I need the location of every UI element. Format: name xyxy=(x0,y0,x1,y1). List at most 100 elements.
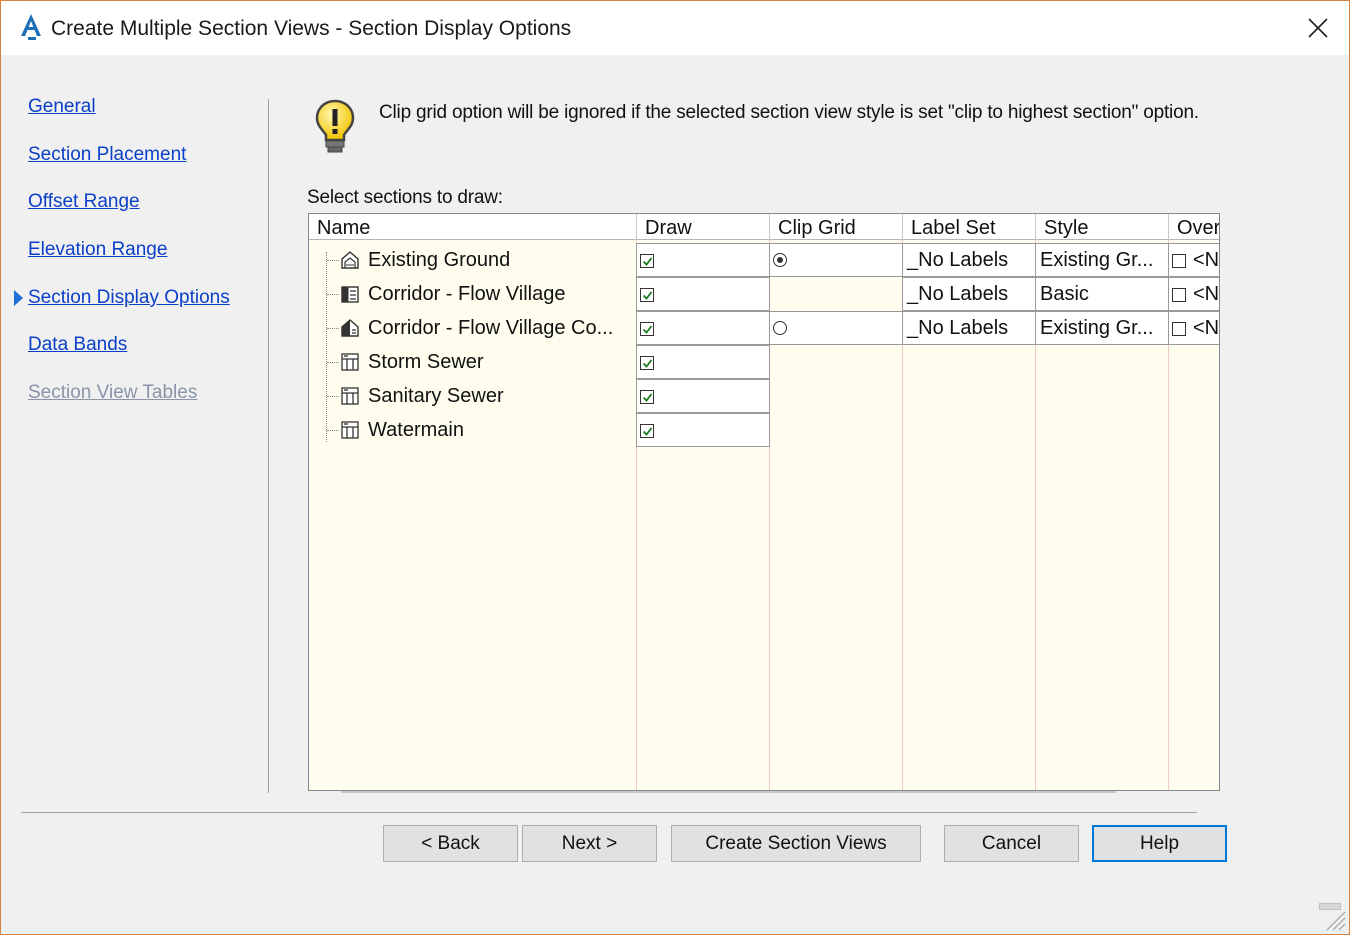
row-name: Corridor - Flow Village xyxy=(368,283,566,305)
draw-checkbox[interactable] xyxy=(640,254,654,268)
wizard-navigation: General Section Placement Offset Range E… xyxy=(1,55,269,795)
column-header-override[interactable]: Overr xyxy=(1169,214,1219,240)
draw-checkbox[interactable] xyxy=(640,288,654,302)
override-cell[interactable]: <N xyxy=(1168,243,1219,277)
row-name: Sanitary Sewer xyxy=(368,385,504,407)
footer-divider xyxy=(21,812,1197,813)
label-set-cell[interactable]: _No Labels xyxy=(902,277,1036,311)
corridor-surface-icon xyxy=(341,319,359,337)
nav-item-section-placement[interactable]: Section Placement xyxy=(28,144,186,166)
override-value: <N xyxy=(1193,283,1220,305)
table-row[interactable]: Existing Ground _No Labels Existing Gr..… xyxy=(309,243,1219,277)
draw-cell[interactable] xyxy=(636,413,770,447)
checkmark-icon xyxy=(642,393,653,402)
column-header-name[interactable]: Name xyxy=(309,214,637,240)
grid-horizontal-scrollbar[interactable] xyxy=(341,791,1116,793)
draw-cell[interactable] xyxy=(636,379,770,413)
label-set-value: _No Labels xyxy=(907,249,1009,271)
nav-item-section-display-options[interactable]: Section Display Options xyxy=(28,287,230,309)
draw-checkbox[interactable] xyxy=(640,390,654,404)
label-set-cell[interactable]: _No Labels xyxy=(902,311,1036,345)
table-row[interactable]: Corridor - Flow Village _No Labels Basic… xyxy=(309,277,1220,311)
style-value: Basic xyxy=(1040,283,1089,305)
label-set-value: _No Labels xyxy=(907,283,1009,305)
table-row[interactable]: Corridor - Flow Village Co... _No Labels… xyxy=(309,311,1220,345)
dialog-window: Create Multiple Section Views - Section … xyxy=(0,0,1350,935)
nav-item-data-bands[interactable]: Data Bands xyxy=(28,334,127,356)
clip-grid-radio[interactable] xyxy=(773,253,787,267)
tree-connector xyxy=(327,396,339,397)
column-header-label-set[interactable]: Label Set xyxy=(903,214,1036,240)
window-title: Create Multiple Section Views - Section … xyxy=(51,17,572,40)
help-button[interactable]: Help xyxy=(1092,825,1227,862)
override-value: <N xyxy=(1193,317,1220,339)
draw-cell[interactable] xyxy=(636,311,770,345)
column-header-clip-grid[interactable]: Clip Grid xyxy=(770,214,903,240)
row-name: Storm Sewer xyxy=(368,351,484,373)
draw-checkbox[interactable] xyxy=(640,322,654,336)
override-cell[interactable]: <N xyxy=(1168,277,1220,311)
override-checkbox[interactable] xyxy=(1172,254,1186,268)
resize-grip-icon[interactable] xyxy=(1323,908,1347,932)
style-value: Existing Gr... xyxy=(1040,249,1154,271)
style-cell[interactable]: Basic xyxy=(1035,277,1169,311)
current-page-arrow-icon xyxy=(14,290,23,306)
clip-grid-radio[interactable] xyxy=(773,321,787,335)
override-checkbox[interactable] xyxy=(1172,322,1186,336)
override-checkbox[interactable] xyxy=(1172,288,1186,302)
autocad-civil3d-app-icon xyxy=(21,14,41,40)
style-cell[interactable]: Existing Gr... xyxy=(1035,243,1169,277)
draw-checkbox[interactable] xyxy=(640,356,654,370)
style-cell[interactable]: Existing Gr... xyxy=(1035,311,1169,345)
checkmark-icon xyxy=(642,291,653,300)
cancel-button[interactable]: Cancel xyxy=(944,825,1079,862)
tree-connector xyxy=(327,294,339,295)
sections-grid: Name Draw Clip Grid Label Set Style Over… xyxy=(308,213,1220,791)
checkmark-icon xyxy=(642,427,653,436)
pipe-network-icon xyxy=(341,353,359,371)
nav-item-elevation-range[interactable]: Elevation Range xyxy=(28,239,167,261)
row-name: Corridor - Flow Village Co... xyxy=(368,317,614,339)
table-row[interactable]: Sanitary Sewer xyxy=(309,379,1219,413)
corridor-icon xyxy=(341,286,359,303)
lightbulb-icon xyxy=(315,99,355,153)
close-button[interactable] xyxy=(1287,1,1349,55)
column-header-style[interactable]: Style xyxy=(1036,214,1169,240)
row-name: Watermain xyxy=(368,419,464,441)
draw-cell[interactable] xyxy=(636,277,770,311)
row-name: Existing Ground xyxy=(368,249,511,271)
next-button[interactable]: Next > xyxy=(522,825,657,862)
checkmark-icon xyxy=(642,359,653,368)
column-header-draw[interactable]: Draw xyxy=(637,214,770,240)
nav-item-offset-range[interactable]: Offset Range xyxy=(28,191,140,213)
override-cell[interactable]: <N xyxy=(1168,311,1220,345)
clip-grid-cell[interactable] xyxy=(769,243,903,277)
nav-item-section-view-tables: Section View Tables xyxy=(28,382,198,403)
clip-grid-info-message: Clip grid option will be ignored if the … xyxy=(379,102,1199,123)
create-section-views-button[interactable]: Create Section Views xyxy=(671,825,921,862)
tree-connector xyxy=(327,362,339,363)
checkmark-icon xyxy=(642,257,653,266)
table-row[interactable]: Storm Sewer xyxy=(309,345,1219,379)
draw-cell[interactable] xyxy=(636,243,770,277)
style-value: Existing Gr... xyxy=(1040,317,1154,339)
pipe-network-icon xyxy=(341,387,359,405)
title-bar: Create Multiple Section Views - Section … xyxy=(1,1,1349,55)
clip-grid-cell[interactable] xyxy=(769,311,903,345)
checkmark-icon xyxy=(642,325,653,334)
nav-divider xyxy=(268,99,269,793)
draw-cell[interactable] xyxy=(636,345,770,379)
tree-connector xyxy=(327,430,339,431)
select-sections-label: Select sections to draw: xyxy=(307,187,503,208)
label-set-value: _No Labels xyxy=(907,317,1009,339)
label-set-cell[interactable]: _No Labels xyxy=(902,243,1036,277)
tree-connector xyxy=(327,328,339,329)
surface-icon xyxy=(341,251,359,269)
tree-connector xyxy=(327,260,339,261)
nav-item-general[interactable]: General xyxy=(28,96,96,118)
back-button[interactable]: < Back xyxy=(383,825,518,862)
table-row[interactable]: Watermain xyxy=(309,413,1219,447)
pipe-network-icon xyxy=(341,421,359,439)
close-icon xyxy=(1308,18,1328,38)
draw-checkbox[interactable] xyxy=(640,424,654,438)
